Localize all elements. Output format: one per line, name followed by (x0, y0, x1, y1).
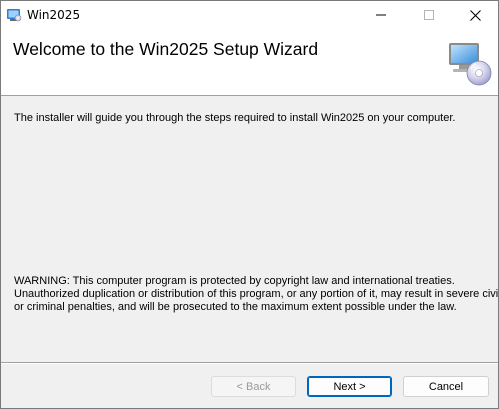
footer-divider (1, 362, 498, 364)
next-button[interactable]: Next > (307, 376, 392, 397)
window-title: Win2025 (27, 8, 81, 22)
cancel-button[interactable]: Cancel (403, 376, 489, 397)
close-icon (469, 9, 481, 21)
setup-wizard-window: Win2025 Welcome to the Win2025 Setup Wiz… (0, 0, 499, 409)
minimize-icon (376, 14, 386, 16)
close-button[interactable] (452, 1, 498, 29)
copyright-warning: WARNING: This computer program is protec… (14, 275, 499, 314)
warning-line: or criminal penalties, and will be prose… (14, 301, 457, 313)
maximize-icon (424, 10, 434, 20)
title-bar[interactable]: Win2025 (1, 1, 498, 29)
maximize-button (406, 1, 452, 29)
warning-line: WARNING: This computer program is protec… (14, 275, 455, 287)
intro-text: The installer will guide you through the… (14, 112, 456, 124)
wizard-banner: Welcome to the Win2025 Setup Wizard (1, 29, 498, 96)
warning-line: Unauthorized duplication or distribution… (14, 288, 499, 300)
computer-cd-icon (449, 43, 492, 86)
wizard-title: Welcome to the Win2025 Setup Wizard (13, 39, 319, 59)
installer-app-icon (7, 9, 22, 22)
back-button: < Back (211, 376, 296, 397)
minimize-button[interactable] (358, 1, 404, 29)
